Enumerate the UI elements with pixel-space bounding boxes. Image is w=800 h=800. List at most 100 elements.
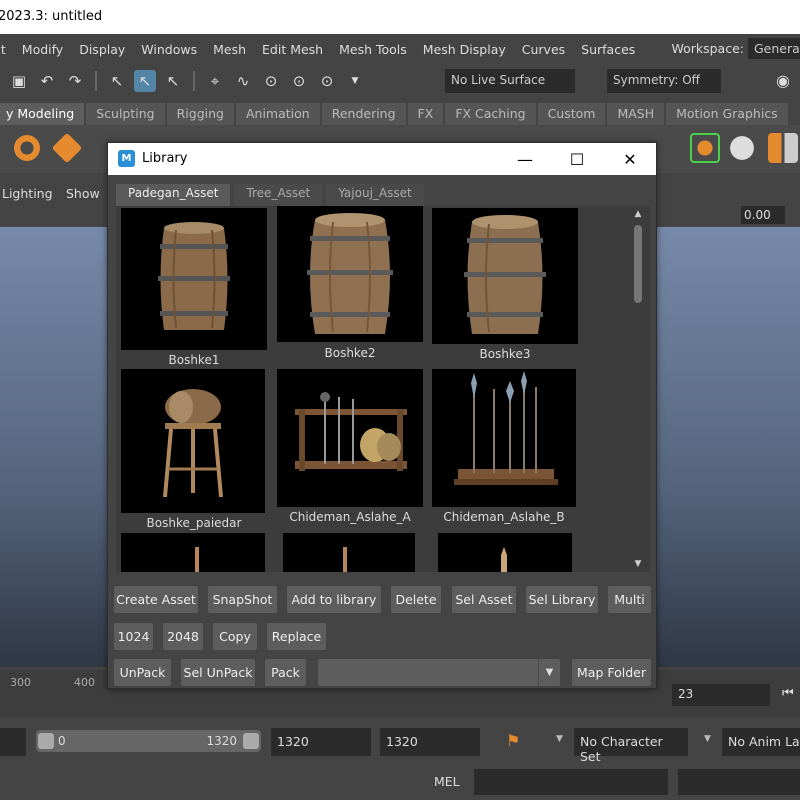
snap-grid-icon[interactable]: ⌖ [204,70,226,92]
symmetry-field[interactable]: Symmetry: Off [607,69,721,93]
create-asset-button[interactable]: Create Asset [114,586,198,613]
tab-custom[interactable]: Custom [537,103,606,125]
tab-modeling[interactable]: y Modeling [0,103,85,125]
app-title: 2023.3: untitled [0,9,103,24]
paint-select-icon[interactable]: ↖ [162,70,184,92]
animation-end-field[interactable]: 1320 [380,728,480,756]
diamond-icon[interactable] [51,132,83,164]
scroll-thumb[interactable] [634,225,642,303]
menu-mesh[interactable]: Mesh [205,42,254,57]
snap-point-icon[interactable]: ⊙ [260,70,282,92]
tab-rigging[interactable]: Rigging [166,103,234,125]
tab-fx-caching[interactable]: FX Caching [445,103,536,125]
delete-button[interactable]: Delete [391,586,441,613]
minimize-icon[interactable]: — [510,147,540,171]
character-set-field[interactable]: No Character Set [574,728,688,764]
camera-icon[interactable]: ◉ [776,71,790,90]
menu-curves[interactable]: Curves [514,42,573,57]
asset-item[interactable]: Boshke1 [121,208,267,368]
redo-icon[interactable]: ↷ [64,70,86,92]
asset-item[interactable] [438,533,584,572]
range-start-field[interactable] [0,728,26,756]
current-frame-field[interactable]: 23 [672,684,770,706]
panel-value-field[interactable]: 0.00 [741,206,785,224]
dropdown-arrow-icon[interactable]: ▼ [704,734,711,744]
undo-icon[interactable]: ↶ [36,70,58,92]
resolution-1024-button[interactable]: 1024 [114,623,153,650]
snapshot-button[interactable]: SnapShot [208,586,277,613]
lasso-select-icon[interactable]: ↖ [134,70,156,92]
sel-library-button[interactable]: Sel Library [526,586,598,613]
scroll-up-icon[interactable]: ▲ [632,209,644,219]
go-to-start-icon[interactable]: ⏮ [782,686,794,701]
pack-button[interactable]: Pack [265,659,306,686]
live-surface-field[interactable]: No Live Surface [445,69,575,93]
tab-fx[interactable]: FX [407,103,444,125]
sel-unpack-button[interactable]: Sel UnPack [181,659,255,686]
menu-lighting[interactable]: Lighting [2,186,53,201]
menu-mesh-display[interactable]: Mesh Display [415,42,514,57]
menu-display[interactable]: Display [71,42,133,57]
add-to-library-button[interactable]: Add to library [287,586,381,613]
playback-end-field[interactable]: 1320 [271,728,371,756]
range-slider[interactable]: 0 1320 [36,730,261,752]
snap-curve-icon[interactable]: ∿ [232,70,254,92]
snap-view-icon[interactable]: ⊙ [288,70,310,92]
tab-padegan-asset[interactable]: Padegan_Asset [116,184,231,206]
asset-scrollbar[interactable]: ▲ ▼ [632,209,644,569]
workspace-selector[interactable]: Workspace: General [671,38,800,59]
menu-select[interactable]: ct [0,42,14,57]
multi-button[interactable]: Multi [608,586,651,613]
select-tool-icon[interactable]: ↖ [106,70,128,92]
menu-modify[interactable]: Modify [14,42,71,57]
asset-label: Boshke1 [168,353,220,367]
menu-mesh-tools[interactable]: Mesh Tools [331,42,415,57]
folder-combo[interactable]: ▼ [318,659,560,686]
menu-show[interactable]: Show [66,186,100,201]
shelf-tool-icon[interactable] [690,133,720,163]
replace-button[interactable]: Replace [267,623,326,650]
command-input[interactable] [474,769,668,795]
scroll-down-icon[interactable]: ▼ [632,559,644,569]
layers-icon[interactable] [727,133,757,163]
library-titlebar[interactable]: M Library — ☐ ✕ [108,143,656,175]
asset-item[interactable]: Boshke3 [432,208,578,368]
snap-surface-icon[interactable]: ⊙ [316,70,338,92]
anim-layer-field[interactable]: No Anim Lay [722,728,800,756]
asset-item[interactable]: Chideman_Aslahe_B [432,369,578,533]
tab-motion-graphics[interactable]: Motion Graphics [666,103,788,125]
resolution-2048-button[interactable]: 2048 [163,623,203,650]
range-handle-right[interactable] [243,733,259,749]
save-scene-icon[interactable]: ▣ [8,70,30,92]
map-folder-button[interactable]: Map Folder [572,659,651,686]
tab-animation[interactable]: Animation [235,103,320,125]
tab-mash[interactable]: MASH [607,103,665,125]
menu-windows[interactable]: Windows [133,42,205,57]
grid-blocks-icon[interactable] [768,133,798,163]
workspace-value[interactable]: General [748,38,800,59]
asset-item[interactable] [283,533,429,572]
torus-icon[interactable] [12,133,42,163]
menu-surfaces[interactable]: Surfaces [573,42,643,57]
range-handle-left[interactable] [38,733,54,749]
dropdown-arrow-icon[interactable]: ▼ [556,734,563,744]
command-language-label[interactable]: MEL [434,774,460,789]
bookmark-icon[interactable]: ⚑ [506,731,520,750]
tab-sculpting[interactable]: Sculpting [86,103,165,125]
dropdown-arrow-icon[interactable]: ▼ [344,70,366,92]
tab-tree-asset[interactable]: Tree_Asset [234,184,323,206]
asset-label: Boshke3 [479,347,531,361]
asset-item[interactable]: Chideman_Aslahe_A [277,369,423,533]
copy-button[interactable]: Copy [213,623,257,650]
tab-yajouj-asset[interactable]: Yajouj_Asset [326,184,424,206]
maximize-icon[interactable]: ☐ [562,147,592,171]
unpack-button[interactable]: UnPack [114,659,171,686]
asset-item[interactable] [121,533,267,572]
tab-rendering[interactable]: Rendering [321,103,406,125]
sel-asset-button[interactable]: Sel Asset [452,586,516,613]
close-icon[interactable]: ✕ [615,147,645,171]
menu-edit-mesh[interactable]: Edit Mesh [254,42,331,57]
asset-item[interactable]: Boshke2 [277,206,423,366]
chevron-down-icon[interactable]: ▼ [538,659,560,686]
asset-item[interactable]: Boshke_paiedar [121,369,267,533]
